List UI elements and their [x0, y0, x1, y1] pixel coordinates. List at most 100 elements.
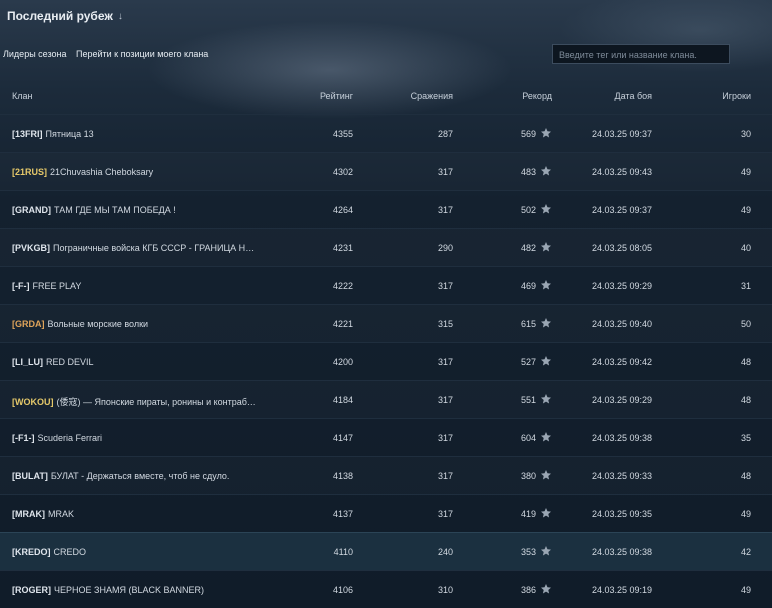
players-cell: 49 — [740, 585, 751, 595]
record-cell: 527 — [520, 357, 536, 367]
rating-cell: 4138 — [332, 471, 353, 481]
record-cell: 502 — [520, 205, 536, 215]
battle-date-cell: 24.03.25 09:37 — [591, 205, 652, 215]
table-row[interactable]: [13FRI] Пятница 13 4355 287 569 24.03.25 09:3… — [0, 114, 772, 152]
players-cell: 50 — [740, 319, 751, 329]
clan-name: Scuderia Ferrari — [37, 433, 103, 443]
players-cell: 40 — [740, 243, 751, 253]
table-row[interactable]: [BULAT] БУЛАТ - Держаться вместе, чтоб не… — [0, 456, 772, 494]
battles-cell: 287 — [437, 129, 453, 139]
column-header-clan[interactable]: Клан — [12, 91, 32, 101]
tab-goto-my-clan[interactable]: Перейти к позиции моего клана — [76, 49, 208, 59]
page-title: Последний рубеж — [7, 9, 113, 23]
arrow-down-icon[interactable]: ↓ — [118, 11, 123, 22]
players-cell: 42 — [740, 547, 751, 557]
clan-tag: [BULAT] — [12, 471, 48, 481]
battle-date-cell: 24.03.25 09:19 — [591, 585, 652, 595]
battles-cell: 317 — [437, 471, 453, 481]
clan-cell[interactable]: [GRDA] Вольные морские волки — [12, 319, 257, 329]
clan-tag: [13FRI] — [12, 129, 43, 139]
clan-name: Пятница 13 — [45, 129, 94, 139]
battle-date-cell: 24.03.25 09:38 — [591, 547, 652, 557]
column-header-players[interactable]: Игроки — [722, 91, 751, 101]
record-cell: 615 — [520, 319, 536, 329]
battles-cell: 317 — [437, 509, 453, 519]
rating-cell: 4137 — [332, 509, 353, 519]
players-cell: 49 — [740, 167, 751, 177]
clan-name: Вольные морские волки — [47, 319, 149, 329]
table-row[interactable]: [WOKOU] (倭寇) — Японские пираты, ронины и … — [0, 380, 772, 418]
column-header-record[interactable]: Рекорд — [522, 91, 552, 101]
header: Последний рубеж ↓ — [0, 0, 772, 32]
rating-cell: 4264 — [332, 205, 353, 215]
battles-cell: 315 — [437, 319, 453, 329]
players-cell: 30 — [740, 129, 751, 139]
clan-cell[interactable]: [KREDO] CREDO — [12, 547, 257, 557]
tab-season-leaders[interactable]: Лидеры сезона — [3, 49, 66, 59]
clan-cell[interactable]: [21RUS] 21Chuvashia Cheboksary — [12, 167, 257, 177]
clan-name: MRAK — [48, 509, 75, 519]
clan-tag: [-F1-] — [12, 433, 35, 443]
battle-date-cell: 24.03.25 09:38 — [591, 433, 652, 443]
rating-cell: 4222 — [332, 281, 353, 291]
battles-cell: 310 — [437, 585, 453, 595]
clan-tag: [PVKGB] — [12, 243, 50, 253]
battles-cell: 317 — [437, 433, 453, 443]
clan-name: CREDO — [53, 547, 87, 557]
clan-name: БУЛАТ - Держаться вместе, чтоб не сдуло. — [50, 471, 230, 481]
table-row[interactable]: [-F1-] Scuderia Ferrari 4147 317 604 24.03.25… — [0, 418, 772, 456]
battles-cell: 290 — [437, 243, 453, 253]
star-icon — [541, 318, 551, 328]
clan-cell[interactable]: [MRAK] MRAK — [12, 509, 257, 519]
star-icon — [541, 204, 551, 214]
table-row[interactable]: [KREDO] CREDO 4110 240 353 24.03.25 09:38 42 — [0, 532, 772, 570]
clan-cell[interactable]: [13FRI] Пятница 13 — [12, 129, 257, 139]
clan-tag: [KREDO] — [12, 547, 51, 557]
record-cell: 483 — [520, 167, 536, 177]
table-row[interactable]: [PVKGB] Пограничные войска КГБ СССР - ГРА… — [0, 228, 772, 266]
column-header-battles[interactable]: Сражения — [411, 91, 453, 101]
star-icon — [541, 432, 551, 442]
rating-cell: 4221 — [332, 319, 353, 329]
clan-cell[interactable]: [ROGER] ЧЕРНОЕ ЗНАМЯ (BLACK BANNER) — [12, 585, 257, 595]
players-cell: 49 — [740, 509, 751, 519]
clan-cell[interactable]: [LI_LU] RED DEVIL — [12, 357, 257, 367]
star-icon — [541, 508, 551, 518]
rating-cell: 4106 — [332, 585, 353, 595]
column-header-rating[interactable]: Рейтинг — [320, 91, 353, 101]
battles-cell: 240 — [437, 547, 453, 557]
clan-name: ТАМ ГДЕ МЫ ТАМ ПОБЕДА ! — [54, 205, 176, 215]
star-icon — [541, 584, 551, 594]
rating-cell: 4110 — [333, 547, 353, 557]
battle-date-cell: 24.03.25 09:40 — [591, 319, 652, 329]
clan-cell[interactable]: [BULAT] БУЛАТ - Держаться вместе, чтоб не… — [12, 471, 257, 481]
clan-tag: [GRDA] — [12, 319, 45, 329]
clan-tag: [21RUS] — [12, 167, 48, 177]
clan-cell[interactable]: [GRAND] ТАМ ГДЕ МЫ ТАМ ПОБЕДА ! — [12, 205, 257, 215]
record-cell: 419 — [520, 509, 536, 519]
clan-cell[interactable]: [-F1-] Scuderia Ferrari — [12, 433, 257, 443]
table-body: [13FRI] Пятница 13 4355 287 569 24.03.25 09:3… — [0, 114, 772, 608]
clan-cell[interactable]: [-F-] FREE PLAY — [12, 281, 257, 291]
star-icon — [541, 166, 551, 176]
star-icon — [541, 394, 551, 404]
clan-cell[interactable]: [WOKOU] (倭寇) — Японские пираты, ронины и … — [12, 395, 257, 408]
column-header-date[interactable]: Дата боя — [615, 91, 652, 101]
record-cell: 551 — [520, 395, 536, 405]
table-row[interactable]: [-F-] FREE PLAY 4222 317 469 24.03.25 09:29 31 — [0, 266, 772, 304]
table-row[interactable]: [ROGER] ЧЕРНОЕ ЗНАМЯ (BLACK BANNER) 4106 31… — [0, 570, 772, 608]
clan-tag: [GRAND] — [12, 205, 51, 215]
table-row[interactable]: [LI_LU] RED DEVIL 4200 317 527 24.03.25 09:42… — [0, 342, 772, 380]
record-cell: 604 — [520, 433, 536, 443]
record-cell: 386 — [520, 585, 536, 595]
table-row[interactable]: [21RUS] 21Chuvashia Cheboksary 4302 317 483 2… — [0, 152, 772, 190]
table-row[interactable]: [GRAND] ТАМ ГДЕ МЫ ТАМ ПОБЕДА ! 4264 317 502… — [0, 190, 772, 228]
clan-cell[interactable]: [PVKGB] Пограничные войска КГБ СССР - ГРА… — [12, 243, 257, 253]
clan-search-input[interactable]: Введите тег или название клана. — [552, 44, 730, 64]
battle-date-cell: 24.03.25 09:37 — [591, 129, 652, 139]
rating-cell: 4147 — [332, 433, 353, 443]
table-row[interactable]: [MRAK] MRAK 4137 317 419 24.03.25 09:35 49 — [0, 494, 772, 532]
battle-date-cell: 24.03.25 09:29 — [591, 395, 652, 405]
players-cell: 31 — [740, 281, 751, 291]
table-row[interactable]: [GRDA] Вольные морские волки 4221 315 615 24.… — [0, 304, 772, 342]
